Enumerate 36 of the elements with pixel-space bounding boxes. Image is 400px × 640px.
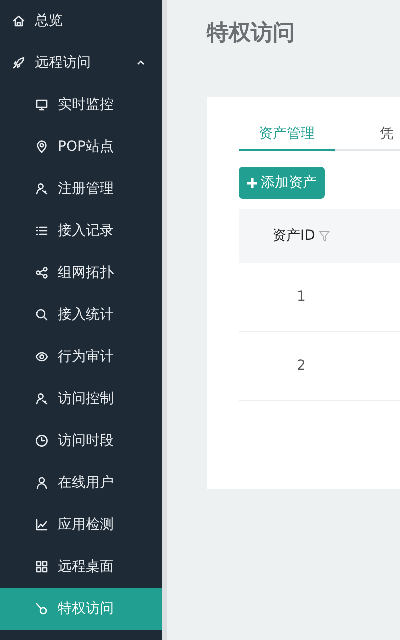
sidebar-item[interactable]: 在线用户 [0,462,162,504]
grid-icon [35,560,49,574]
column-header: 资产ID [272,227,316,245]
rocket-icon [12,56,26,70]
tab[interactable]: 凭 [360,125,400,151]
plus-icon [247,178,258,188]
clock-icon [35,434,49,448]
location-pin-icon [35,140,49,154]
sidebar-item[interactable]: 总览 [0,0,162,42]
sidebar-item[interactable]: 接入记录 [0,210,162,252]
monitor-icon [35,98,49,112]
sidebar-item[interactable]: 应用检测 [0,504,162,546]
sidebar-item[interactable]: POP站点 [0,126,162,168]
sidebar-item[interactable]: 行为审计 [0,336,162,378]
table-cell-text: 1 [296,289,307,305]
sidebar-item[interactable]: 接入统计 [0,294,162,336]
user-key-icon [35,182,49,196]
share-icon [35,266,49,280]
line-chart-icon [35,518,49,532]
user-icon [35,476,49,490]
hook-icon [35,602,49,616]
eye-icon [35,350,49,364]
sidebar-item[interactable]: 远程访问 [0,42,162,84]
sidebar-item[interactable]: 访问时段 [0,420,162,462]
table-cell-text: 2 [296,358,307,374]
sidebar-item[interactable]: 访问控制 [0,378,162,420]
user-key-icon [35,392,49,406]
filter-icon[interactable] [319,230,330,242]
list-icon [35,224,49,238]
sidebar-item[interactable]: 组网拓扑 [0,252,162,294]
sidebar-item[interactable]: 远程桌面 [0,546,162,588]
search-icon [35,308,49,322]
sidebar-item[interactable]: 注册管理 [0,168,162,210]
page-title: 特权访问 [207,20,296,48]
sidebar-item[interactable]: 实时监控 [0,84,162,126]
home-icon [12,14,26,28]
